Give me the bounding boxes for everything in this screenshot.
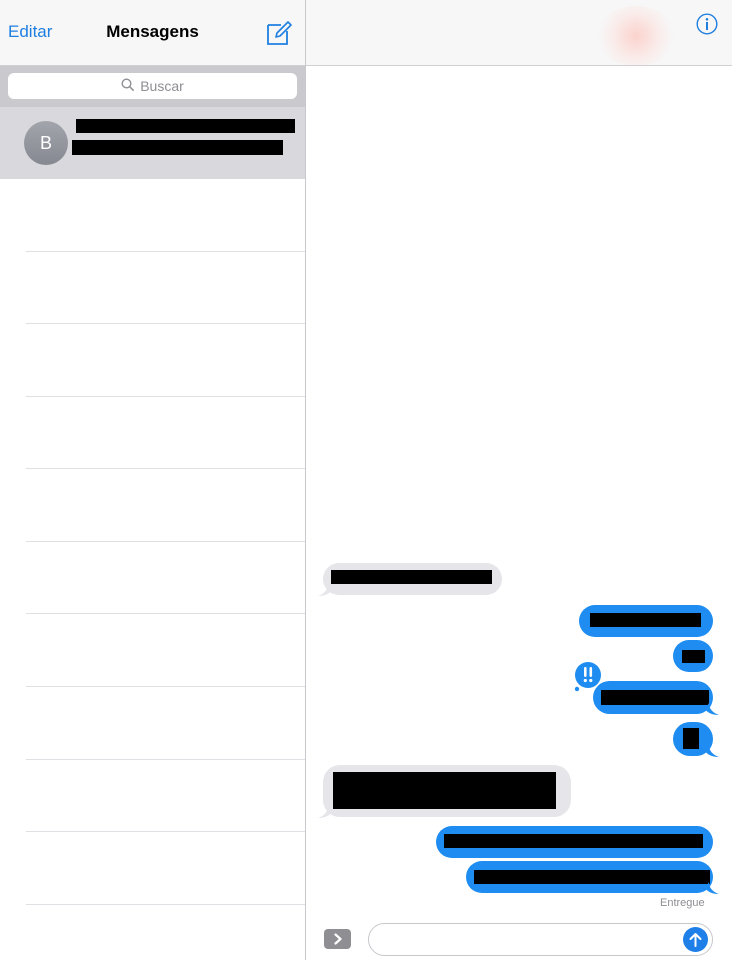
list-divider xyxy=(26,759,305,760)
outgoing-message[interactable] xyxy=(673,640,713,672)
info-icon[interactable] xyxy=(696,13,718,35)
outgoing-message[interactable] xyxy=(579,605,713,637)
blurred-contact-avatar[interactable] xyxy=(596,6,676,65)
redacted-text xyxy=(333,772,556,809)
avatar: B xyxy=(24,121,68,165)
list-divider xyxy=(26,904,305,905)
redacted-text xyxy=(444,834,703,848)
redacted-message-preview xyxy=(72,140,283,155)
bubble-tail xyxy=(705,882,719,894)
incoming-message[interactable] xyxy=(323,563,502,595)
redacted-text xyxy=(682,650,705,663)
outgoing-message[interactable] xyxy=(593,681,713,714)
compose-icon[interactable] xyxy=(266,20,292,46)
search-icon xyxy=(121,78,135,94)
list-divider xyxy=(26,468,305,469)
delivery-status: Entregue xyxy=(660,897,705,909)
chevron-right-icon xyxy=(333,933,342,945)
bubble-tail xyxy=(705,745,719,757)
list-divider xyxy=(26,686,305,687)
message-input[interactable] xyxy=(368,923,713,956)
list-divider xyxy=(26,396,305,397)
conversation-list-pane: Editar Mensagens Buscar B xyxy=(0,0,305,960)
outgoing-message[interactable] xyxy=(466,861,713,893)
search-bar: Buscar xyxy=(0,66,305,107)
bubble-tail xyxy=(318,806,332,818)
redacted-text xyxy=(590,613,701,627)
redacted-contact-name xyxy=(76,119,295,133)
redacted-text xyxy=(601,690,709,705)
arrow-up-icon xyxy=(689,933,702,947)
search-input[interactable]: Buscar xyxy=(8,73,297,99)
message-input-bar xyxy=(306,916,732,960)
list-header: Editar Mensagens xyxy=(0,0,305,66)
redacted-text xyxy=(331,570,492,584)
outgoing-message[interactable] xyxy=(436,826,713,858)
list-divider xyxy=(26,831,305,832)
send-button[interactable] xyxy=(683,927,708,952)
conversation-row[interactable]: B xyxy=(0,107,305,179)
redacted-text xyxy=(474,870,710,884)
redacted-text xyxy=(683,728,699,749)
apps-toggle-button[interactable] xyxy=(324,929,351,949)
pane-divider xyxy=(305,0,306,960)
list-divider xyxy=(26,323,305,324)
list-divider xyxy=(26,251,305,252)
incoming-message[interactable] xyxy=(323,765,571,817)
search-placeholder: Buscar xyxy=(140,78,184,94)
thread-header xyxy=(306,0,732,66)
list-divider xyxy=(26,613,305,614)
page-title: Mensagens xyxy=(106,22,199,41)
bubble-tail xyxy=(318,584,332,596)
bubble-tail xyxy=(705,703,719,715)
list-divider xyxy=(26,541,305,542)
